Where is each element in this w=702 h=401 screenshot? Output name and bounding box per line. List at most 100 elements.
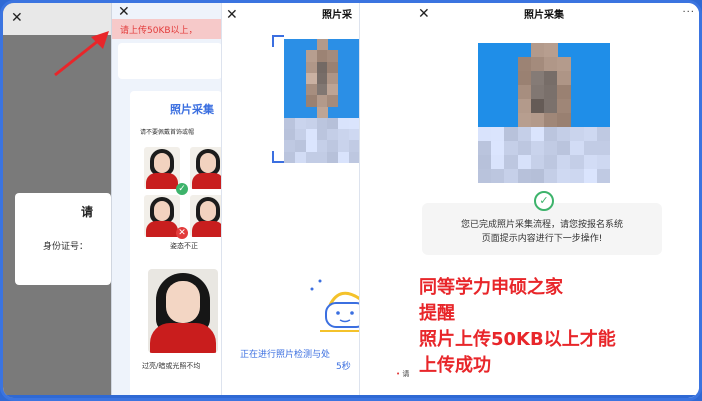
mosaic-cell [596,127,610,141]
page-title: 照片采 [322,10,352,21]
panel-background-dialog: ✕ 请 身份证号： [3,3,111,398]
mosaic-cell [491,169,506,183]
mosaic-cell [517,71,532,85]
mosaic-cell [338,151,350,163]
card-note: 请不要佩戴首饰或帽 [140,129,195,136]
mosaic-cell [349,151,359,163]
mosaic-cell [583,155,598,169]
mosaic-cell [570,141,585,155]
info-card [118,43,221,79]
mosaic-cell [530,155,545,169]
mosaic-cell [327,61,339,74]
mosaic-cell [316,117,328,130]
more-icon[interactable]: ··· [682,7,695,18]
mosaic-cell [557,113,572,127]
mosaic-cell [478,169,492,183]
sample-photo [190,147,221,189]
success-check-icon: ✓ [534,191,554,211]
mosaic-cell [294,151,306,163]
mosaic-cell [530,99,545,113]
mosaic-cell [557,141,572,155]
scanning-icon [310,279,359,332]
mosaic-cell [530,57,545,71]
card-title: 照片采集 [170,103,214,116]
mosaic-cell [544,141,558,155]
mosaic-cell [284,117,295,130]
mosaic-cell [316,84,328,97]
mosaic-cell [305,72,317,85]
close-icon[interactable]: ✕ [11,11,23,25]
mosaic-cell [583,141,598,155]
close-icon[interactable]: ✕ [418,7,430,21]
mosaic-cell [504,155,519,169]
mosaic-cell [305,50,317,63]
mosaic-cell [327,140,339,153]
mosaic-cell [294,129,306,142]
mosaic-cell [316,140,328,153]
overlay-line-1: 同等学力申硕之家 [419,277,563,298]
mosaic-cell [338,140,350,153]
close-icon[interactable]: ✕ [118,5,130,19]
mosaic-cell [327,117,339,130]
warning-banner-text: 请上传50KB以上， [120,26,198,36]
mosaic-cell [478,155,492,169]
mosaic-cell [316,50,328,63]
mosaic-cell [305,84,317,97]
mosaic-cell [349,117,359,130]
mosaic-cell [544,99,558,113]
mosaic-cell [305,129,317,142]
mosaic-cell [294,117,306,130]
mosaic-cell [504,127,519,141]
mosaic-cell [327,72,339,85]
mosaic-cell [544,155,558,169]
warning-banner: 请上传50KB以上， [112,19,221,39]
mosaic-cell [327,151,339,163]
sample-photo-large [148,269,218,353]
mosaic-cell [316,151,328,163]
mosaic-cell [338,129,350,142]
mosaic-cell [544,127,558,141]
mosaic-cell [557,169,572,183]
mosaic-cell [570,169,585,183]
mosaic-cell [491,127,506,141]
mosaic-cell [557,71,572,85]
mosaic-cell [349,140,359,153]
captured-photo [478,43,610,183]
mosaic-cell [338,117,350,130]
mosaic-cell [305,61,317,74]
mosaic-cell [570,127,585,141]
mosaic-cell [504,141,519,155]
mosaic-cell [544,113,558,127]
mosaic-cell [316,129,328,142]
mosaic-cell [491,141,506,155]
mosaic-cell [305,117,317,130]
close-icon[interactable]: ✕ [226,8,238,22]
mosaic-cell [316,95,328,108]
mosaic-cell [530,71,545,85]
frame-corner [272,35,284,47]
scanning-seconds: 5秒 [336,362,351,372]
mosaic-cell [530,169,545,183]
mosaic-cell [316,39,328,51]
posture-caption: 姿态不正 [170,242,198,250]
mosaic-cell [544,85,558,99]
mosaic-cell [530,43,545,57]
scanning-status: 正在进行照片检测与处 [240,350,331,360]
sample-photo [190,195,221,237]
sample-photo [144,147,180,189]
overlay-line-4: 上传成功 [419,355,491,376]
mosaic-cell [583,127,598,141]
mosaic-cell [504,169,519,183]
cross-icon: ✕ [176,227,188,239]
lighting-caption: 过亮/暗或光照不均 [142,362,201,370]
mosaic-cell [305,140,317,153]
mosaic-cell [596,141,610,155]
mosaic-cell [327,129,339,142]
overlay-line-3: 照片上传50KB以上才能 [419,329,616,350]
mosaic-cell [305,151,317,163]
mosaic-cell [596,155,610,169]
mosaic-cell [530,141,545,155]
mosaic-cell [327,95,339,108]
mosaic-cell [316,61,328,74]
pixelated-photo [284,39,359,163]
